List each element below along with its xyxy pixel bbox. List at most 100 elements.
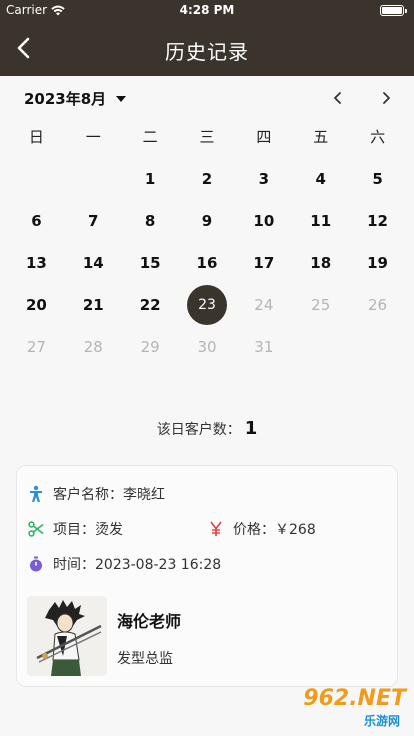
day-number: 25 <box>311 296 331 314</box>
day-number: 8 <box>144 212 156 230</box>
day-number: 3 <box>258 170 270 188</box>
day-number: 21 <box>82 296 104 314</box>
day-number: 17 <box>253 254 275 272</box>
person-icon <box>27 485 45 503</box>
calendar-day-12[interactable]: 12 <box>349 200 406 242</box>
calendar-day-19[interactable]: 19 <box>349 242 406 284</box>
calendar-day-13[interactable]: 13 <box>8 242 65 284</box>
stylist-role: 发型总监 <box>117 651 173 667</box>
calendar-days-grid: 1 2 3 4 5 6 7 8 9 10 11 12 13 14 15 16 17 18 19 20 21 22 23 24 2… <box>8 158 406 368</box>
customer-name-row: 客户名称：李晓红 <box>27 484 165 504</box>
day-number: 28 <box>83 338 103 356</box>
calendar-day-20[interactable]: 20 <box>8 284 65 326</box>
caret-down-icon <box>116 95 127 102</box>
day-number: 11 <box>310 212 332 230</box>
customer-count-label: 该日客户数： <box>156 422 241 438</box>
day-number: 14 <box>82 254 104 272</box>
calendar-day-31[interactable]: 31 <box>235 326 292 368</box>
calendar-day-30[interactable]: 30 <box>179 326 236 368</box>
day-number: 2 <box>201 170 213 188</box>
day-number: 9 <box>201 212 213 230</box>
day-number: 26 <box>368 296 388 314</box>
month-label: 2023年8月 <box>24 90 107 108</box>
day-number: 31 <box>254 338 274 356</box>
previous-month-button[interactable] <box>328 88 348 108</box>
calendar-day-25[interactable]: 25 <box>292 284 349 326</box>
day-number: 7 <box>88 212 99 230</box>
price-row: 价格：￥268 <box>207 519 316 539</box>
calendar-day-3[interactable]: 3 <box>235 158 292 200</box>
weekday-label: 四 <box>256 128 272 146</box>
day-number: 1 <box>144 170 156 188</box>
customer-name-text: 客户名称：李晓红 <box>53 487 165 503</box>
nav-bar: 历史记录 <box>0 20 414 76</box>
weekday-label: 六 <box>370 128 386 146</box>
calendar-day-14[interactable]: 14 <box>65 242 122 284</box>
day-number: 29 <box>140 338 160 356</box>
calendar-day-8[interactable]: 8 <box>122 200 179 242</box>
calendar-day-2[interactable]: 2 <box>179 158 236 200</box>
site-watermark: 962.NET 乐游网 <box>276 686 406 730</box>
calendar-day-9[interactable]: 9 <box>179 200 236 242</box>
yuan-icon <box>207 520 225 538</box>
day-number: 22 <box>139 296 161 314</box>
page-title: 历史记录 <box>165 40 249 64</box>
weekday-header: 日 一 二 三 四 五 六 <box>8 126 406 147</box>
day-number: 18 <box>310 254 332 272</box>
chevron-left-icon <box>334 92 341 104</box>
scissors-icon <box>27 520 45 538</box>
day-number: 12 <box>367 212 388 230</box>
calendar-day-7[interactable]: 7 <box>65 200 122 242</box>
calendar-day-11[interactable]: 11 <box>292 200 349 242</box>
calendar-day-4[interactable]: 4 <box>292 158 349 200</box>
day-number: 23 <box>198 297 216 313</box>
calendar-empty-cell <box>8 158 65 200</box>
watermark-site-name: 乐游网 <box>363 714 400 728</box>
battery-icon <box>380 5 407 16</box>
day-number: 16 <box>196 254 218 272</box>
weekday-label: 五 <box>313 128 329 146</box>
calendar-day-29[interactable]: 29 <box>122 326 179 368</box>
weekday-label: 一 <box>85 128 101 146</box>
service-item-row: 项目：烫发 <box>27 519 123 539</box>
calendar-day-17[interactable]: 17 <box>235 242 292 284</box>
day-number: 30 <box>197 338 217 356</box>
calendar-empty-cell <box>65 158 122 200</box>
day-number: 6 <box>31 212 42 230</box>
status-time: 4:28 PM <box>179 3 235 17</box>
day-number: 5 <box>372 170 383 188</box>
watermark-logo-text: 962.NET <box>303 686 406 711</box>
weekday-label: 三 <box>199 128 215 146</box>
weekday-label: 二 <box>142 128 158 146</box>
calendar-day-1[interactable]: 1 <box>122 158 179 200</box>
time-text: 时间：2023-08-23 16:28 <box>53 557 222 573</box>
stylist-name: 海伦老师 <box>117 612 182 631</box>
day-number: 15 <box>139 254 161 272</box>
day-number: 19 <box>367 254 388 272</box>
calendar-empty-cell <box>349 326 406 368</box>
calendar-day-22[interactable]: 22 <box>122 284 179 326</box>
calendar-day-23[interactable]: 23 <box>179 284 236 326</box>
calendar-day-10[interactable]: 10 <box>235 200 292 242</box>
month-selector[interactable]: 2023年8月 <box>24 88 127 109</box>
calendar-day-18[interactable]: 18 <box>292 242 349 284</box>
day-number: 10 <box>253 212 275 230</box>
calendar-day-26[interactable]: 26 <box>349 284 406 326</box>
calendar-day-5[interactable]: 5 <box>349 158 406 200</box>
calendar-day-27[interactable]: 27 <box>8 326 65 368</box>
calendar-day-15[interactable]: 15 <box>122 242 179 284</box>
calendar-day-16[interactable]: 16 <box>179 242 236 284</box>
calendar-day-28[interactable]: 28 <box>65 326 122 368</box>
calendar-day-24[interactable]: 24 <box>235 284 292 326</box>
day-number: 24 <box>254 296 274 314</box>
next-month-button[interactable] <box>376 88 396 108</box>
weekday-label: 日 <box>28 128 44 146</box>
price-text: 价格：￥268 <box>233 522 316 538</box>
status-bar: Carrier 4:28 PM <box>0 0 414 20</box>
calendar-day-6[interactable]: 6 <box>8 200 65 242</box>
calendar-header: 2023年8月 <box>0 76 414 118</box>
time-row: 时间：2023-08-23 16:28 <box>27 554 221 574</box>
calendar-day-21[interactable]: 21 <box>65 284 122 326</box>
customer-record-card[interactable]: 客户名称：李晓红 项目：烫发 价格：￥268 时间：2023-08-23 16:… <box>16 465 398 687</box>
day-number: 4 <box>315 170 326 188</box>
